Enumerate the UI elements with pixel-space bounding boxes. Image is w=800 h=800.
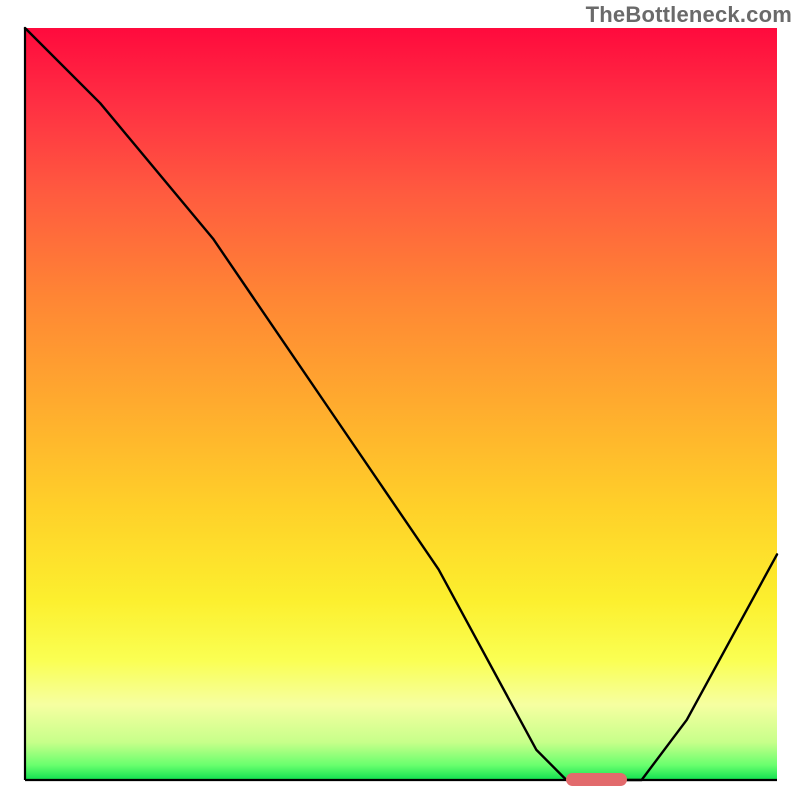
chart-svg: [25, 28, 777, 780]
optimum-marker: [566, 773, 626, 786]
curve-path: [25, 28, 777, 780]
watermark-text: TheBottleneck.com: [586, 2, 792, 28]
bottleneck-curve: [25, 28, 777, 780]
axes: [25, 28, 777, 780]
chart-stage: TheBottleneck.com: [0, 0, 800, 800]
plot-area: [25, 28, 777, 780]
